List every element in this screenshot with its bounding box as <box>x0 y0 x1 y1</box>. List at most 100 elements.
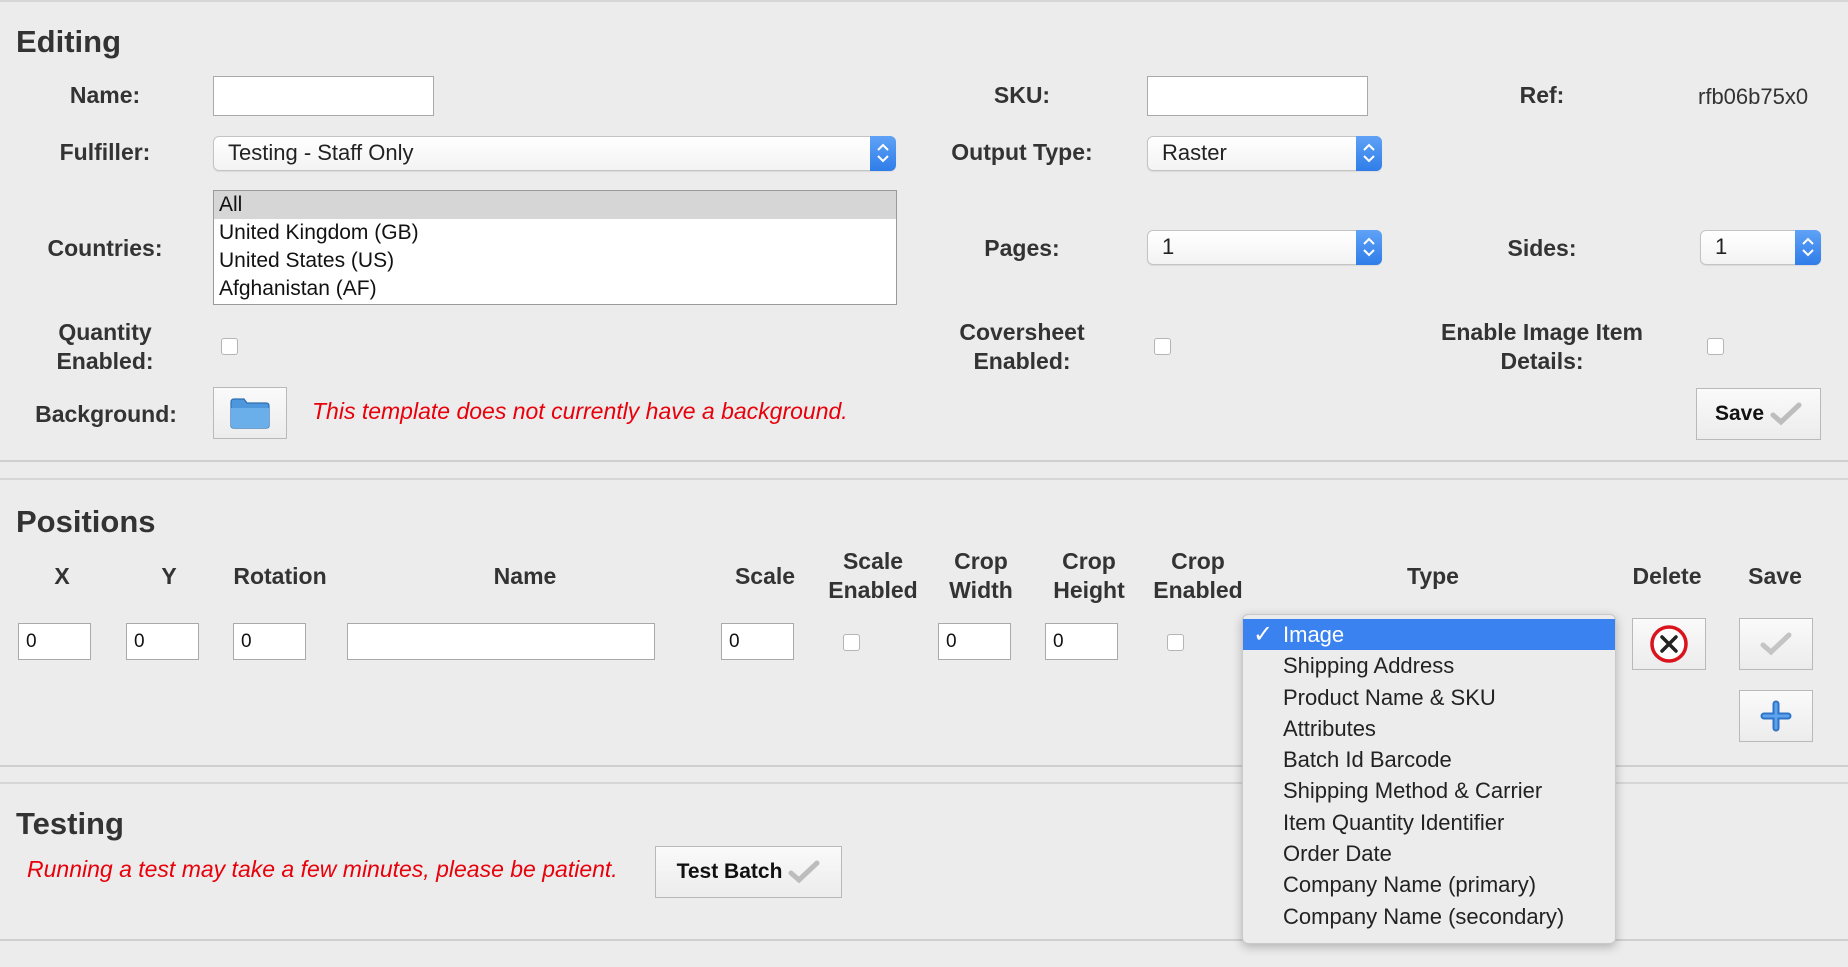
scale-enabled-checkbox[interactable] <box>843 634 860 651</box>
pages-label: Pages: <box>984 235 1060 261</box>
check-icon <box>1770 402 1802 426</box>
editing-save-button[interactable]: Save <box>1696 388 1821 440</box>
col-header-crop-width: Crop Width <box>932 547 1030 605</box>
sides-select[interactable]: 1 <box>1700 230 1821 265</box>
type-option-label: Shipping Method & Carrier <box>1283 778 1543 804</box>
editing-section: Editing Name: SKU: Ref: rfb06b75x0 Fulfi… <box>0 0 1848 462</box>
type-option-label: Attributes <box>1283 715 1376 741</box>
output-type-select-arrows-icon <box>1356 136 1382 171</box>
quantity-enabled-label-line2: Enabled: <box>56 348 154 374</box>
type-option[interactable]: Attributes <box>1243 713 1615 744</box>
ref-label: Ref: <box>1519 82 1565 108</box>
col-header-scale-enabled: Scale Enabled <box>820 547 926 605</box>
positions-title: Positions <box>16 504 156 539</box>
col-header-delete: Delete <box>1632 563 1702 589</box>
col-header-scale-enabled-line2: Enabled <box>828 577 918 603</box>
col-header-x: X <box>54 563 70 589</box>
type-option-label: Order Date <box>1283 841 1392 867</box>
type-option-label: Shipping Address <box>1283 653 1455 679</box>
editing-save-label: Save <box>1714 402 1765 425</box>
quantity-enabled-label-line1: Quantity <box>58 319 152 345</box>
test-batch-label: Test Batch <box>676 860 783 883</box>
check-icon <box>1760 632 1792 656</box>
country-option[interactable]: United Kingdom (GB) <box>214 219 896 247</box>
image-item-details-label-line2: Details: <box>1500 348 1584 374</box>
check-icon <box>788 860 820 884</box>
image-item-details-checkbox[interactable] <box>1707 338 1724 355</box>
countries-listbox[interactable]: All United Kingdom (GB) United States (U… <box>213 190 897 305</box>
coversheet-enabled-label-line2: Enabled: <box>973 348 1071 374</box>
sides-selected-value: 1 <box>1715 234 1728 259</box>
type-option[interactable]: Order Date <box>1243 838 1615 869</box>
delete-icon <box>1650 625 1688 663</box>
countries-label: Countries: <box>47 235 163 261</box>
testing-title: Testing <box>16 806 124 841</box>
position-scale-input[interactable]: 0 <box>721 623 794 660</box>
col-header-crop-height: Crop Height <box>1038 547 1140 605</box>
ref-value: rfb06b75x0 <box>1698 84 1809 109</box>
type-option[interactable]: Shipping Method & Carrier <box>1243 775 1615 806</box>
image-item-details-label-line1: Enable Image Item <box>1441 319 1643 345</box>
add-position-button[interactable] <box>1739 690 1813 742</box>
sides-label: Sides: <box>1507 235 1577 261</box>
type-option[interactable]: Product Name & SKU <box>1243 682 1615 713</box>
background-label: Background: <box>35 401 177 427</box>
crop-enabled-checkbox[interactable] <box>1167 634 1184 651</box>
country-option[interactable]: All <box>214 191 896 219</box>
position-name-input[interactable] <box>347 623 655 660</box>
country-option[interactable]: United States (US) <box>214 247 896 275</box>
col-header-crop-height-line2: Height <box>1053 577 1125 603</box>
quantity-enabled-checkbox[interactable] <box>221 338 238 355</box>
type-option-label: Batch Id Barcode <box>1283 747 1452 773</box>
col-header-name: Name <box>493 563 557 589</box>
col-header-crop-enabled-line1: Crop <box>1171 548 1225 574</box>
sides-select-arrows-icon <box>1795 230 1821 265</box>
delete-position-button[interactable] <box>1632 618 1706 670</box>
pages-select-arrows-icon <box>1356 230 1382 265</box>
type-option-label: Company Name (secondary) <box>1283 903 1565 929</box>
position-x-input[interactable]: 0 <box>18 623 91 660</box>
sku-input[interactable] <box>1147 76 1368 116</box>
test-batch-button[interactable]: Test Batch <box>655 846 842 898</box>
coversheet-enabled-label-line1: Coversheet <box>959 319 1085 345</box>
col-header-crop-enabled: Crop Enabled <box>1144 547 1252 605</box>
name-input[interactable] <box>213 76 434 116</box>
type-option[interactable]: Company Name (secondary) <box>1243 901 1615 932</box>
col-header-y: Y <box>161 563 177 589</box>
fulfiller-select[interactable]: Testing - Staff Only <box>213 136 896 171</box>
col-header-save: Save <box>1748 563 1802 589</box>
col-header-scale: Scale <box>734 563 796 589</box>
pages-selected-value: 1 <box>1162 234 1175 259</box>
output-type-selected-value: Raster <box>1162 140 1227 165</box>
fulfiller-selected-value: Testing - Staff Only <box>228 140 414 165</box>
type-option-label: Image <box>1283 622 1345 647</box>
position-crop-height-input[interactable]: 0 <box>1045 623 1118 660</box>
type-option[interactable]: Item Quantity Identifier <box>1243 807 1615 838</box>
type-dropdown-menu[interactable]: ✓ Image Shipping Address Product Name & … <box>1242 614 1616 944</box>
save-position-button[interactable] <box>1739 618 1813 670</box>
col-header-type: Type <box>1407 563 1459 589</box>
pages-select[interactable]: 1 <box>1147 230 1382 265</box>
position-y-input[interactable]: 0 <box>126 623 199 660</box>
type-option[interactable]: Shipping Address <box>1243 650 1615 681</box>
sku-label: SKU: <box>993 82 1051 108</box>
plus-icon <box>1760 700 1792 732</box>
image-item-details-label: Enable Image Item Details: <box>1412 318 1672 376</box>
type-option-label: Product Name & SKU <box>1283 684 1496 710</box>
type-option-label: Item Quantity Identifier <box>1283 809 1505 835</box>
type-option-image[interactable]: ✓ Image <box>1243 619 1615 651</box>
col-header-crop-height-line1: Crop <box>1062 548 1116 574</box>
position-rotation-input[interactable]: 0 <box>233 623 306 660</box>
type-option-label: Company Name (primary) <box>1283 872 1537 898</box>
folder-icon <box>230 398 270 429</box>
col-header-crop-width-line1: Crop <box>954 548 1008 574</box>
type-option[interactable]: Company Name (primary) <box>1243 869 1615 900</box>
output-type-select[interactable]: Raster <box>1147 136 1382 171</box>
background-folder-button[interactable] <box>213 387 287 439</box>
col-header-crop-enabled-line2: Enabled <box>1153 577 1243 603</box>
position-crop-width-input[interactable]: 0 <box>938 623 1011 660</box>
country-option[interactable]: Afghanistan (AF) <box>214 275 896 303</box>
name-label: Name: <box>69 82 141 108</box>
type-option[interactable]: Batch Id Barcode <box>1243 744 1615 775</box>
coversheet-enabled-checkbox[interactable] <box>1154 338 1171 355</box>
